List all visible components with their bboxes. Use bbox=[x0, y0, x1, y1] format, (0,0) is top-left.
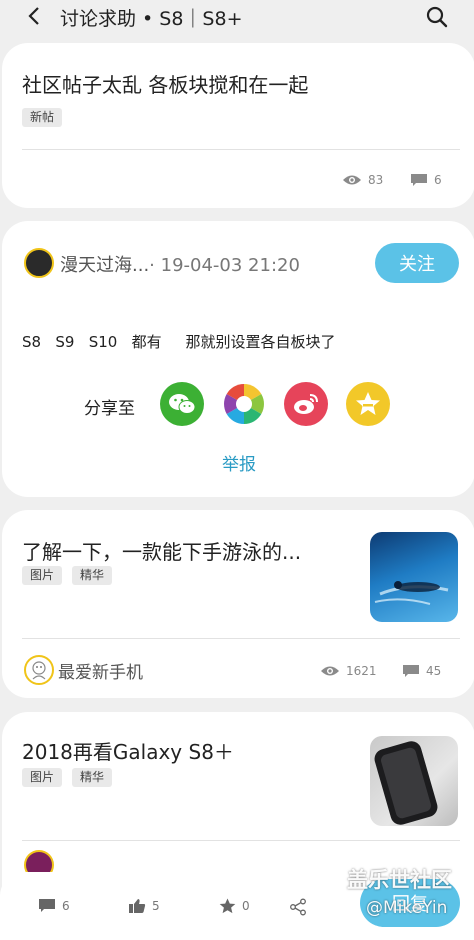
favorite-action[interactable]: 0 bbox=[219, 898, 250, 914]
comment-icon bbox=[403, 665, 419, 677]
follow-button[interactable]: 关注 bbox=[375, 243, 459, 283]
post-card[interactable]: 社区帖子太乱 各板块搅和在一起 新帖 83 6 bbox=[2, 43, 474, 208]
post-tag: 新帖 bbox=[22, 108, 63, 127]
post-thumbnail[interactable] bbox=[370, 736, 458, 826]
like-action[interactable]: 5 bbox=[128, 898, 160, 914]
like-count-value: 5 bbox=[152, 899, 160, 913]
thumbs-up-icon bbox=[129, 899, 146, 913]
view-count-value: 1621 bbox=[346, 664, 377, 678]
share-action[interactable] bbox=[289, 898, 313, 916]
weibo-icon[interactable] bbox=[284, 382, 328, 426]
author-name[interactable]: 最爱新手机 bbox=[58, 658, 143, 683]
view-count: 83 bbox=[342, 173, 383, 187]
avatar[interactable] bbox=[24, 248, 54, 278]
post-tag: 图片 bbox=[22, 768, 63, 787]
eye-icon bbox=[321, 666, 339, 676]
post-title[interactable]: 社区帖子太乱 各板块搅和在一起 bbox=[22, 69, 308, 98]
post-body: S8 S9 S10 都有 那就别设置各自板块了 bbox=[22, 333, 336, 351]
page-title: 讨论求助 • S8｜S8+ bbox=[60, 8, 243, 30]
star-icon bbox=[219, 898, 236, 914]
comment-icon bbox=[411, 174, 427, 186]
comment-count-value: 45 bbox=[426, 664, 442, 678]
watermark: 盖乐世社区 bbox=[347, 868, 452, 892]
post-title[interactable]: 2018再看Galaxy S8＋ bbox=[22, 736, 234, 765]
post-card[interactable]: 了解一下，一款能下手游泳的... 图片 精华 最爱新手机 1621 45 bbox=[2, 510, 474, 698]
comment-count: 45 bbox=[402, 664, 441, 678]
back-arrow-icon[interactable] bbox=[24, 5, 44, 27]
view-count-value: 83 bbox=[368, 173, 384, 187]
post-tag: 图片 bbox=[22, 566, 63, 585]
post-datetime: · 19-04-03 21:20 bbox=[149, 255, 300, 276]
qzone-icon[interactable] bbox=[346, 382, 390, 426]
eye-icon bbox=[343, 175, 361, 185]
comment-count-value: 6 bbox=[434, 173, 442, 187]
watermark-handle: @MikeYin bbox=[366, 898, 448, 918]
post-thumbnail[interactable] bbox=[370, 532, 458, 622]
post-title[interactable]: 了解一下，一款能下手游泳的... bbox=[22, 536, 301, 565]
divider bbox=[22, 840, 460, 841]
top-bar: 讨论求助 • S8｜S8+ bbox=[0, 0, 474, 34]
post-detail-card: 漫天过海...· 19-04-03 21:20 关注 S8 S9 S10 都有 … bbox=[2, 221, 474, 497]
divider bbox=[22, 149, 460, 150]
divider bbox=[22, 638, 460, 639]
share-label: 分享至 bbox=[84, 399, 135, 419]
author-name[interactable]: 漫天过海... bbox=[60, 255, 149, 276]
comment-count: 6 bbox=[410, 173, 442, 187]
view-count: 1621 bbox=[320, 664, 377, 678]
search-icon[interactable] bbox=[425, 5, 449, 29]
comment-action[interactable]: 6 bbox=[38, 898, 70, 913]
report-link[interactable]: 举报 bbox=[222, 450, 256, 475]
avatar[interactable] bbox=[24, 655, 54, 685]
comment-count-value: 6 bbox=[62, 898, 70, 913]
share-icon bbox=[290, 898, 306, 916]
moments-icon[interactable] bbox=[222, 382, 266, 426]
wechat-icon[interactable] bbox=[160, 382, 204, 426]
author-line: 漫天过海...· 19-04-03 21:20 bbox=[60, 251, 300, 277]
post-tag: 精华 bbox=[72, 768, 113, 787]
post-tag: 精华 bbox=[72, 566, 113, 585]
comment-icon bbox=[39, 899, 55, 912]
favorite-count-value: 0 bbox=[242, 899, 250, 913]
